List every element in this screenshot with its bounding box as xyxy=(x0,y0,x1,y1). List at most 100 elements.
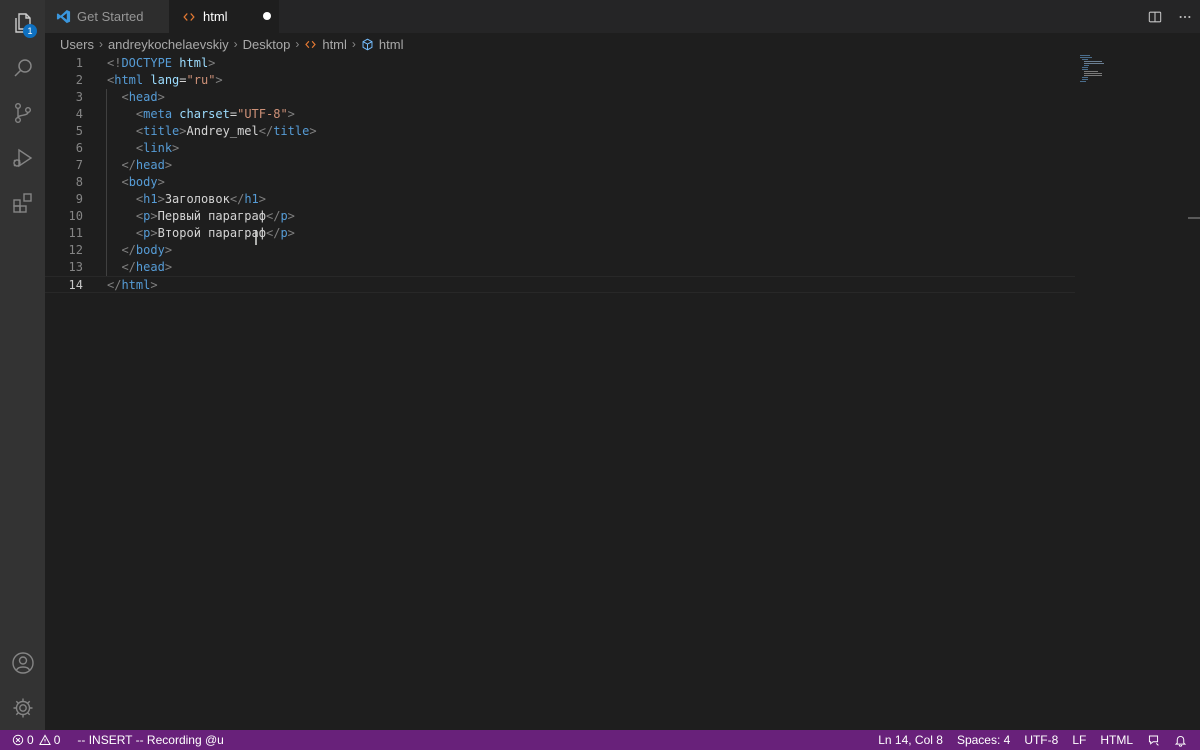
files-icon[interactable] xyxy=(0,0,45,45)
code-line[interactable]: 6 <link> xyxy=(45,140,1075,157)
code-token: > xyxy=(287,209,295,223)
code-editor[interactable]: 1 <!DOCTYPE html> 2 <html lang="ru"> 3 <head… xyxy=(45,55,1075,730)
explorer-badge: 1 xyxy=(23,24,37,38)
code-line[interactable]: 5 <title>Andrey_mel</title> xyxy=(45,123,1075,140)
line-number: 7 xyxy=(75,158,83,172)
code-line[interactable]: 3 <head> xyxy=(45,89,1075,106)
error-icon xyxy=(12,734,24,746)
code-token: </ xyxy=(121,260,136,274)
eol-status[interactable]: LF xyxy=(1065,730,1093,750)
line-code: <body> xyxy=(107,174,164,191)
settings-gear-icon[interactable] xyxy=(0,685,45,730)
minimap[interactable] xyxy=(1078,55,1188,730)
language-mode[interactable]: HTML xyxy=(1093,730,1140,750)
more-actions-icon[interactable] xyxy=(1170,0,1200,33)
encoding-status[interactable]: UTF-8 xyxy=(1017,730,1065,750)
breadcrumb-item-file[interactable]: html xyxy=(322,37,347,52)
line-number: 5 xyxy=(75,124,83,138)
run-debug-icon[interactable] xyxy=(0,135,45,180)
line-code: <html lang="ru"> xyxy=(107,72,223,89)
code-token: html xyxy=(179,56,209,70)
breadcrumb-item-desktop[interactable]: Desktop xyxy=(243,37,291,52)
code-token: body xyxy=(128,175,158,189)
code-token: = xyxy=(229,107,238,121)
line-number: 3 xyxy=(75,90,83,104)
vim-mode-status[interactable]: -- INSERT -- Recording @u xyxy=(67,730,230,750)
indentation-status[interactable]: Spaces: 4 xyxy=(950,730,1017,750)
code-token: Andrey_mel xyxy=(186,124,259,138)
notifications-bell-icon[interactable] xyxy=(1167,730,1194,750)
search-icon[interactable] xyxy=(0,45,45,90)
breadcrumb-item-users[interactable]: Users xyxy=(60,37,94,52)
code-token: </ xyxy=(265,209,281,223)
breadcrumb: Users › andreykochelaevskiy › Desktop › … xyxy=(60,33,403,55)
extensions-icon[interactable] xyxy=(0,180,45,225)
code-line[interactable]: 12 </body> xyxy=(45,242,1075,259)
code-token: < xyxy=(121,90,129,104)
code-line[interactable]: 1 <!DOCTYPE html> xyxy=(45,55,1075,72)
tab-label: Get Started xyxy=(77,9,144,24)
code-line[interactable]: 7 </head> xyxy=(45,157,1075,174)
warning-icon xyxy=(38,734,51,745)
code-token: > xyxy=(287,226,295,240)
code-line[interactable]: 8 <body> xyxy=(45,174,1075,191)
html-file-icon xyxy=(181,9,197,25)
code-token: charset xyxy=(179,107,230,121)
line-number: 12 xyxy=(68,243,83,257)
code-line[interactable]: 10 <p>Первый параграф</p> xyxy=(45,208,1075,225)
cursor-position[interactable]: Ln 14, Col 8 xyxy=(871,730,950,750)
code-token: html xyxy=(114,73,144,87)
code-token: Заголовок xyxy=(164,192,230,206)
code-token: DOCTYPE xyxy=(121,56,173,70)
problems-indicator[interactable]: 0 0 xyxy=(8,730,67,750)
line-code: <meta charset="UTF-8"> xyxy=(107,106,295,123)
line-code: </body> xyxy=(107,242,172,259)
line-code: <link> xyxy=(107,140,179,157)
code-line[interactable]: 13 </head> xyxy=(45,259,1075,276)
breadcrumb-item-symbol[interactable]: html xyxy=(379,37,404,52)
code-token: > xyxy=(164,243,173,257)
tab-html[interactable]: html xyxy=(169,0,279,33)
line-number: 14 xyxy=(68,278,83,292)
line-code: <p>Первый параграф</p> xyxy=(107,208,295,225)
line-code: </html> xyxy=(107,277,158,294)
code-token: link xyxy=(143,141,173,155)
code-token: head xyxy=(135,260,165,274)
line-number: 10 xyxy=(68,209,83,223)
code-token: > xyxy=(172,141,180,155)
code-line[interactable]: 14 </html> xyxy=(45,276,1075,293)
line-code: <p>Второй параграф</p> xyxy=(107,225,295,242)
feedback-icon[interactable] xyxy=(1140,730,1167,750)
line-number: 1 xyxy=(75,56,83,70)
unsaved-changes-dot[interactable] xyxy=(263,12,271,20)
breadcrumb-item-user-folder[interactable]: andreykochelaevskiy xyxy=(108,37,229,52)
code-token: "UTF-8" xyxy=(237,107,288,121)
source-control-icon[interactable] xyxy=(0,90,45,135)
code-token: > xyxy=(208,56,216,70)
code-line[interactable]: 9 <h1>Заголовок</h1> xyxy=(45,191,1075,208)
code-token: lang xyxy=(150,73,180,87)
code-token: Второй параграф xyxy=(157,226,266,240)
code-token: > xyxy=(179,124,187,138)
code-token: html xyxy=(121,278,151,292)
code-token: title xyxy=(273,124,310,138)
tab-get-started[interactable]: Get Started xyxy=(45,0,169,33)
code-token: </ xyxy=(265,226,281,240)
code-token: </ xyxy=(229,192,245,206)
code-line[interactable]: 2 <html lang="ru"> xyxy=(45,72,1075,89)
activity-bar: 1 xyxy=(0,0,45,730)
code-token: < xyxy=(121,175,129,189)
code-line[interactable]: 11 <p>Второй параграф</p> xyxy=(45,225,1075,242)
code-token: meta xyxy=(143,107,173,121)
account-icon[interactable] xyxy=(0,640,45,685)
code-token: > xyxy=(258,192,266,206)
split-editor-icon[interactable] xyxy=(1140,0,1170,33)
code-line[interactable]: 4 <meta charset="UTF-8"> xyxy=(45,106,1075,123)
code-token: > xyxy=(157,192,165,206)
